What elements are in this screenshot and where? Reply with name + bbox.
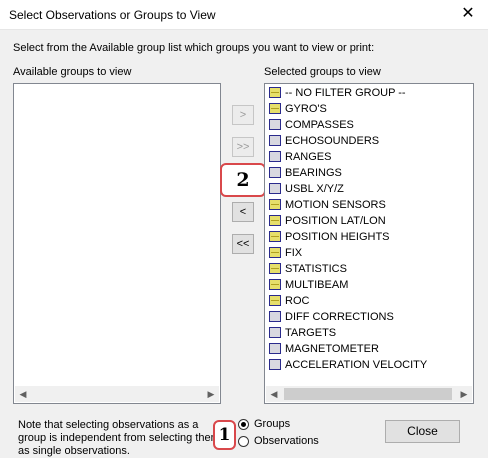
- available-hscrollbar[interactable]: ◀ ▶: [15, 386, 219, 402]
- radio-circle[interactable]: [238, 419, 249, 430]
- list-item-label: COMPASSES: [285, 119, 354, 131]
- grey-group-icon: [269, 359, 281, 370]
- list-item-label: BEARINGS: [285, 167, 342, 179]
- scroll-right-icon[interactable]: ▶: [203, 386, 219, 402]
- list-item[interactable]: ACCELERATION VELOCITY: [266, 357, 472, 373]
- grey-group-icon: [269, 151, 281, 162]
- available-groups-list[interactable]: ◀ ▶: [13, 83, 221, 404]
- list-item[interactable]: POSITION LAT/LON: [266, 213, 472, 229]
- radio-groups-label: Groups: [254, 418, 291, 430]
- selected-groups-label: Selected groups to view: [264, 66, 381, 78]
- yellow-group-icon: [269, 87, 281, 98]
- close-button[interactable]: Close: [385, 420, 460, 443]
- yellow-group-icon: [269, 215, 281, 226]
- yellow-group-icon: [269, 199, 281, 210]
- list-item[interactable]: COMPASSES: [266, 117, 472, 133]
- grey-group-icon: [269, 311, 281, 322]
- list-item[interactable]: RANGES: [266, 149, 472, 165]
- list-item[interactable]: DIFF CORRECTIONS: [266, 309, 472, 325]
- grey-group-icon: [269, 119, 281, 130]
- yellow-group-icon: [269, 231, 281, 242]
- list-item-label: MAGNETOMETER: [285, 343, 379, 355]
- scroll-right-icon[interactable]: ▶: [456, 386, 472, 402]
- list-item[interactable]: -- NO FILTER GROUP --: [266, 85, 472, 101]
- list-item[interactable]: MOTION SENSORS: [266, 197, 472, 213]
- list-item[interactable]: BEARINGS: [266, 165, 472, 181]
- scroll-left-icon[interactable]: ◀: [266, 386, 282, 402]
- list-item-label: RANGES: [285, 151, 332, 163]
- list-item[interactable]: FIX: [266, 245, 472, 261]
- radio-groups[interactable]: Groups: [238, 418, 328, 432]
- list-item[interactable]: ECHOSOUNDERS: [266, 133, 472, 149]
- list-item[interactable]: ROC: [266, 293, 472, 309]
- callout-badge-2: 2: [220, 163, 266, 197]
- grey-group-icon: [269, 343, 281, 354]
- yellow-group-icon: [269, 103, 281, 114]
- add-selected-button[interactable]: >: [232, 105, 254, 125]
- remove-selected-button[interactable]: <: [232, 202, 254, 222]
- available-groups-label: Available groups to view: [13, 66, 132, 78]
- yellow-group-icon: [269, 295, 281, 306]
- list-item-label: ROC: [285, 295, 310, 307]
- list-item-label: ACCELERATION VELOCITY: [285, 359, 428, 371]
- list-item-label: STATISTICS: [285, 263, 347, 275]
- list-item[interactable]: USBL X/Y/Z: [266, 181, 472, 197]
- list-item[interactable]: GYRO'S: [266, 101, 472, 117]
- list-item-label: ECHOSOUNDERS: [285, 135, 380, 147]
- window-title: Select Observations or Groups to View: [9, 8, 216, 22]
- grey-group-icon: [269, 167, 281, 178]
- selected-items-container: -- NO FILTER GROUP -- GYRO'S COMPASSES ECHO…: [266, 85, 472, 385]
- grey-group-icon: [269, 183, 281, 194]
- list-item-label: TARGETS: [285, 327, 337, 339]
- scroll-thumb[interactable]: [284, 388, 452, 400]
- list-item-label: MOTION SENSORS: [285, 199, 386, 211]
- note-text: Note that selecting observations as a gr…: [18, 419, 220, 457]
- radio-observations-label: Observations: [254, 435, 319, 447]
- selected-hscrollbar[interactable]: ◀ ▶: [266, 386, 472, 402]
- close-icon[interactable]: ✕: [458, 5, 478, 23]
- yellow-group-icon: [269, 279, 281, 290]
- list-item-label: GYRO'S: [285, 103, 327, 115]
- grey-group-icon: [269, 327, 281, 338]
- radio-selected-dot: [241, 422, 246, 427]
- list-item-label: DIFF CORRECTIONS: [285, 311, 394, 323]
- list-item[interactable]: STATISTICS: [266, 261, 472, 277]
- remove-all-button[interactable]: <<: [232, 234, 254, 254]
- list-item[interactable]: MAGNETOMETER: [266, 341, 472, 357]
- grey-group-icon: [269, 135, 281, 146]
- add-all-button[interactable]: >>: [232, 137, 254, 157]
- instruction-text: Select from the Available group list whi…: [13, 42, 375, 54]
- callout-badge-1: 1: [213, 420, 236, 450]
- radio-circle[interactable]: [238, 436, 249, 447]
- yellow-group-icon: [269, 263, 281, 274]
- selected-groups-list[interactable]: -- NO FILTER GROUP -- GYRO'S COMPASSES ECHO…: [264, 83, 474, 404]
- list-item-label: MULTIBEAM: [285, 279, 349, 291]
- list-item[interactable]: MULTIBEAM: [266, 277, 472, 293]
- list-item[interactable]: POSITION HEIGHTS: [266, 229, 472, 245]
- list-item-label: POSITION LAT/LON: [285, 215, 386, 227]
- list-item-label: USBL X/Y/Z: [285, 183, 344, 195]
- yellow-group-icon: [269, 247, 281, 258]
- list-item-label: -- NO FILTER GROUP --: [285, 87, 406, 99]
- list-item-label: FIX: [285, 247, 303, 259]
- scroll-left-icon[interactable]: ◀: [15, 386, 31, 402]
- title-bar: Select Observations or Groups to View ✕: [0, 0, 488, 30]
- radio-observations[interactable]: Observations: [238, 435, 328, 449]
- list-item[interactable]: TARGETS: [266, 325, 472, 341]
- list-item-label: POSITION HEIGHTS: [285, 231, 390, 243]
